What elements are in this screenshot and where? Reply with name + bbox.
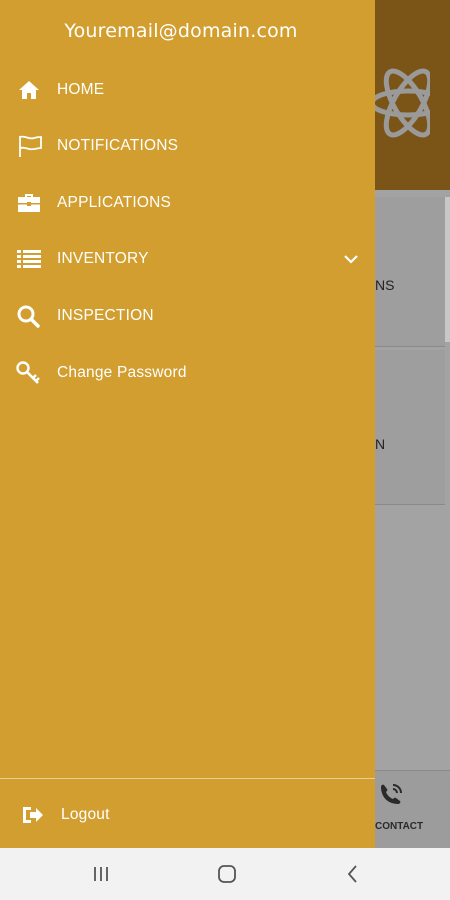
bottom-tab-contact: CONTACT [375, 770, 450, 848]
recents-icon[interactable] [89, 862, 113, 886]
navigation-drawer: Youremail@domain.com HOME NOTIFICATIONS … [0, 0, 375, 848]
menu-item-applications[interactable]: APPLICATIONS [0, 178, 375, 228]
background-card: N [375, 350, 445, 505]
list-icon [16, 246, 42, 272]
search-icon [15, 303, 41, 329]
key-icon [15, 360, 41, 386]
menu-item-label: INVENTORY [57, 250, 149, 267]
system-navigation-bar [0, 848, 450, 900]
briefcase-icon [16, 190, 42, 216]
logout-button[interactable]: Logout [0, 790, 375, 840]
logout-label: Logout [61, 806, 110, 823]
menu-item-label: Change Password [57, 364, 187, 381]
menu-item-home[interactable]: HOME [0, 65, 375, 115]
menu-item-change-password[interactable]: Change Password [0, 348, 375, 398]
menu-item-inventory[interactable]: INVENTORY [0, 234, 375, 284]
menu-item-label: INSPECTION [57, 307, 154, 324]
scrollbar [445, 197, 450, 342]
home-icon [16, 77, 42, 103]
card-label: N [375, 436, 386, 452]
logout-icon [20, 802, 46, 828]
menu-item-inspection[interactable]: INSPECTION [0, 291, 375, 341]
divider [0, 778, 375, 779]
menu-item-label: NOTIFICATIONS [57, 137, 179, 154]
phone-icon [381, 784, 402, 804]
card-label: NS [375, 277, 395, 293]
background-card: NS [375, 197, 445, 347]
menu-item-label: APPLICATIONS [57, 194, 172, 211]
contact-label: CONTACT [375, 821, 424, 832]
menu-item-notifications[interactable]: NOTIFICATIONS [0, 121, 375, 171]
atom-logo-icon [369, 68, 430, 138]
back-icon[interactable] [341, 862, 365, 886]
flag-icon [17, 133, 43, 159]
chevron-down-icon[interactable] [342, 250, 360, 268]
user-email: Youremail@domain.com [64, 20, 298, 42]
menu-item-label: HOME [57, 81, 105, 98]
home-button-icon[interactable] [215, 862, 239, 886]
